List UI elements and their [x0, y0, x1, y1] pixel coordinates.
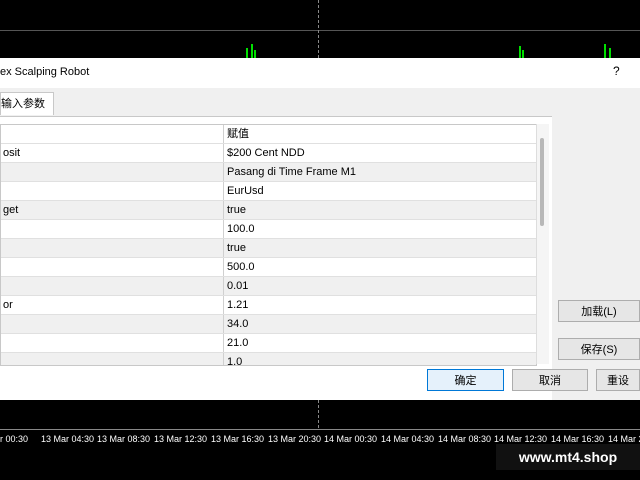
period-separator — [318, 400, 319, 428]
help-button[interactable]: ? — [613, 64, 620, 78]
param-value[interactable]: 34.0 — [225, 315, 532, 333]
table-row[interactable]: 21.0 — [1, 334, 536, 353]
table-row[interactable]: osit $200 Cent NDD — [1, 144, 536, 163]
dialog-title: ex Scalping Robot — [0, 66, 90, 78]
param-value[interactable]: true — [225, 201, 532, 219]
price-chart — [0, 0, 640, 58]
table-scrollbar[interactable] — [536, 124, 549, 364]
scrollbar-thumb[interactable] — [540, 138, 544, 226]
table-row[interactable]: 34.0 — [1, 315, 536, 334]
candle — [254, 50, 256, 58]
time-label: 14 Mar 00:30 — [324, 434, 378, 444]
param-value[interactable]: true — [225, 239, 532, 257]
time-label: 13 Mar 20:30 — [268, 434, 322, 444]
ok-button[interactable]: 确定 — [427, 369, 504, 391]
table-row[interactable]: true — [1, 239, 536, 258]
param-name — [1, 315, 224, 333]
title-bar[interactable]: ex Scalping Robot ? — [0, 58, 640, 88]
param-value[interactable]: 500.0 — [225, 258, 532, 276]
time-label: 14 Mar 16:30 — [551, 434, 605, 444]
time-label: 14 Mar 20 — [608, 434, 640, 444]
param-value[interactable]: 21.0 — [225, 334, 532, 352]
time-label: 13 Mar 04:30 — [41, 434, 95, 444]
param-name — [1, 277, 224, 295]
param-value[interactable]: $200 Cent NDD — [225, 144, 532, 162]
param-name — [1, 239, 224, 257]
table-row[interactable]: 0.01 — [1, 277, 536, 296]
candle — [522, 50, 524, 58]
time-label: 14 Mar 08:30 — [438, 434, 492, 444]
param-value[interactable]: 1.0 — [225, 353, 532, 365]
param-value[interactable]: 100.0 — [225, 220, 532, 238]
table-row[interactable]: 1.0 — [1, 353, 536, 365]
table-row[interactable]: 100.0 — [1, 220, 536, 239]
param-name: or — [1, 296, 224, 314]
table-row[interactable]: 500.0 — [1, 258, 536, 277]
chart-gridline — [0, 30, 640, 31]
candle — [246, 48, 248, 58]
param-value[interactable]: 1.21 — [225, 296, 532, 314]
param-value[interactable]: 0.01 — [225, 277, 532, 295]
param-value[interactable]: Pasang di Time Frame M1 — [225, 163, 532, 181]
load-button[interactable]: 加载(L) — [558, 300, 640, 322]
time-label: 13 Mar 12:30 — [154, 434, 208, 444]
cancel-button[interactable]: 取消 — [512, 369, 588, 391]
param-name — [1, 182, 224, 200]
param-name — [1, 220, 224, 238]
param-name — [1, 258, 224, 276]
table-row[interactable]: or 1.21 — [1, 296, 536, 315]
param-name — [1, 163, 224, 181]
time-label: 14 Mar 12:30 — [494, 434, 548, 444]
save-button[interactable]: 保存(S) — [558, 338, 640, 360]
param-name: osit — [1, 144, 224, 162]
param-name — [1, 353, 224, 365]
header-name — [1, 125, 224, 143]
candle — [609, 48, 611, 58]
candle — [251, 44, 253, 58]
table-row[interactable]: Pasang di Time Frame M1 — [1, 163, 536, 182]
time-label: 13 Mar 08:30 — [97, 434, 151, 444]
watermark: www.mt4.shop — [496, 444, 640, 470]
table-row[interactable]: EurUsd — [1, 182, 536, 201]
candle — [604, 44, 606, 58]
ea-properties-dialog: ex Scalping Robot ? 输入参数 赋值 osit $200 Ce… — [0, 58, 640, 421]
param-value[interactable]: EurUsd — [225, 182, 532, 200]
inputs-table: 赋值 osit $200 Cent NDD Pasang di Time Fra… — [0, 124, 537, 366]
period-separator — [318, 0, 319, 58]
time-label: 13 Mar 16:30 — [211, 434, 265, 444]
param-name: get — [1, 201, 224, 219]
header-value: 赋值 — [227, 128, 249, 140]
candle — [519, 46, 521, 58]
tab-inputs[interactable]: 输入参数 — [0, 92, 54, 115]
table-header: 赋值 — [1, 125, 536, 144]
time-axis-line — [0, 429, 640, 430]
table-row[interactable]: get true — [1, 201, 536, 220]
param-name — [1, 334, 224, 352]
time-label: 14 Mar 04:30 — [381, 434, 435, 444]
time-label: r 00:30 — [0, 434, 29, 444]
reset-button[interactable]: 重设 — [596, 369, 640, 391]
